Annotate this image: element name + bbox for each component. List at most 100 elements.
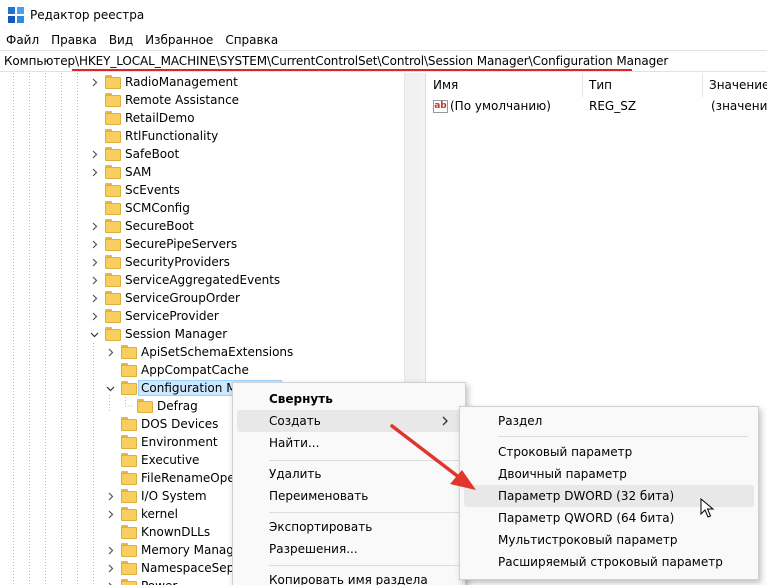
menu-help[interactable]: Справка xyxy=(219,30,284,50)
tree-item-power[interactable]: Power xyxy=(105,577,177,585)
context-copy-key-name[interactable]: Копировать имя раздела xyxy=(237,569,463,585)
chevron-right-icon[interactable] xyxy=(105,581,115,585)
submenu-separator xyxy=(498,436,748,437)
tree-item-label: I/O System xyxy=(141,489,207,503)
tree-item-label: RadioManagement xyxy=(125,75,238,89)
context-delete[interactable]: Удалить xyxy=(237,463,463,485)
tree-item-label: ServiceAggregatedEvents xyxy=(125,273,281,287)
tree-item-serviceaggregatedevents[interactable]: ServiceAggregatedEvents xyxy=(89,271,280,289)
folder-icon xyxy=(105,291,121,305)
menu-favorites[interactable]: Избранное xyxy=(139,30,219,50)
column-header-name[interactable]: Имя xyxy=(427,73,583,97)
folder-icon xyxy=(121,579,137,585)
tree-item-radiomanagement[interactable]: RadioManagement xyxy=(89,73,238,91)
chevron-right-icon[interactable] xyxy=(89,149,99,159)
string-value-icon: ab xyxy=(433,99,448,113)
context-separator xyxy=(269,512,459,513)
tree-item-executive[interactable]: Executive xyxy=(105,451,199,469)
chevron-right-icon[interactable] xyxy=(105,509,115,519)
tree-item-appcompatcache[interactable]: AppCompatCache xyxy=(105,361,249,379)
column-header-type[interactable]: Тип xyxy=(583,73,703,97)
context-permissions[interactable]: Разрешения... xyxy=(237,538,463,560)
tree-item-kernel[interactable]: kernel xyxy=(105,505,178,523)
tree-item-label: SecureBoot xyxy=(125,219,194,233)
tree-item-knowndlls[interactable]: KnownDLLs xyxy=(105,523,210,541)
tree-item-session-manager[interactable]: Session Manager xyxy=(89,325,227,343)
tree-expander-spacer xyxy=(89,95,99,105)
chevron-right-icon[interactable] xyxy=(89,257,99,267)
tree-item-scmconfig[interactable]: SCMConfig xyxy=(89,199,190,217)
tree-item-securityproviders[interactable]: SecurityProviders xyxy=(89,253,230,271)
tree-item-label: Defrag xyxy=(157,399,198,413)
chevron-right-icon[interactable] xyxy=(89,311,99,321)
tree-item-serviceprovider[interactable]: ServiceProvider xyxy=(89,307,219,325)
context-create[interactable]: Создать xyxy=(237,410,463,432)
chevron-right-icon[interactable] xyxy=(89,77,99,87)
tree-item-safeboot[interactable]: SafeBoot xyxy=(89,145,179,163)
folder-icon xyxy=(121,489,137,503)
context-find[interactable]: Найти... xyxy=(237,432,463,454)
context-separator xyxy=(269,460,459,461)
submenu-string-value[interactable]: Строковый параметр xyxy=(464,441,754,463)
chevron-right-icon[interactable] xyxy=(105,563,115,573)
chevron-right-icon[interactable] xyxy=(89,293,99,303)
tree-item-label: AppCompatCache xyxy=(141,363,249,377)
chevron-down-icon[interactable] xyxy=(89,329,99,339)
chevron-right-icon[interactable] xyxy=(105,545,115,555)
context-collapse[interactable]: Свернуть xyxy=(237,388,463,410)
chevron-right-icon[interactable] xyxy=(89,239,99,249)
tree-expander-spacer xyxy=(105,437,115,447)
chevron-right-icon[interactable] xyxy=(105,347,115,357)
submenu-key[interactable]: Раздел xyxy=(464,410,754,432)
tree-expander-spacer xyxy=(105,365,115,375)
address-path[interactable]: Компьютер\HKEY_LOCAL_MACHINE\SYSTEM\Curr… xyxy=(4,54,668,68)
tree-item-label: Session Manager xyxy=(125,327,228,341)
chevron-right-icon[interactable] xyxy=(89,221,99,231)
address-bar[interactable]: Компьютер\HKEY_LOCAL_MACHINE\SYSTEM\Curr… xyxy=(0,50,767,72)
tree-item-securepipeservers[interactable]: SecurePipeServers xyxy=(89,235,237,253)
menu-file[interactable]: Файл xyxy=(0,30,45,50)
folder-icon xyxy=(121,435,137,449)
context-rename[interactable]: Переименовать xyxy=(237,485,463,507)
tree-item-servicegrouporder[interactable]: ServiceGroupOrder xyxy=(89,289,240,307)
tree-item-label: ApiSetSchemaExtensions xyxy=(141,345,294,359)
chevron-down-icon[interactable] xyxy=(105,383,115,393)
create-submenu: Раздел Строковый параметр Двоичный парам… xyxy=(459,406,759,580)
submenu-dword-value[interactable]: Параметр DWORD (32 бита) xyxy=(464,485,754,507)
tree-item-label: ScEvents xyxy=(125,183,180,197)
context-menu: Свернуть Создать Найти... Удалить Переим… xyxy=(232,382,466,585)
tree-item-retaildemo[interactable]: RetailDemo xyxy=(89,109,195,127)
tree-item-sam[interactable]: SAM xyxy=(89,163,151,181)
tree-item-scevents[interactable]: ScEvents xyxy=(89,181,180,199)
menu-view[interactable]: Вид xyxy=(103,30,139,50)
menu-edit[interactable]: Правка xyxy=(45,30,103,50)
tree-item-environment[interactable]: Environment xyxy=(105,433,218,451)
folder-icon xyxy=(121,561,137,575)
submenu-expandable-string-value[interactable]: Расширяемый строковый параметр xyxy=(464,551,754,573)
column-header-value[interactable]: Значение xyxy=(703,73,767,97)
tree-item-label: ServiceGroupOrder xyxy=(125,291,240,305)
tree-item-label: SAM xyxy=(125,165,152,179)
value-row-data: (значение xyxy=(711,97,767,115)
tree-item-apisetschemaextensions[interactable]: ApiSetSchemaExtensions xyxy=(105,343,293,361)
folder-icon xyxy=(105,165,121,179)
window-title: Редактор реестра xyxy=(30,8,145,22)
tree-item-secureboot[interactable]: SecureBoot xyxy=(89,217,194,235)
chevron-right-icon[interactable] xyxy=(89,275,99,285)
submenu-binary-value[interactable]: Двоичный параметр xyxy=(464,463,754,485)
context-export[interactable]: Экспортировать xyxy=(237,516,463,538)
submenu-qword-value[interactable]: Параметр QWORD (64 бита) xyxy=(464,507,754,529)
chevron-right-icon[interactable] xyxy=(89,167,99,177)
tree-item-remote-assistance[interactable]: Remote Assistance xyxy=(89,91,239,109)
tree-expander-spacer xyxy=(105,419,115,429)
submenu-multistring-value[interactable]: Мультистроковый параметр xyxy=(464,529,754,551)
value-row-name[interactable]: ab (По умолчанию) xyxy=(433,97,583,115)
tree-item-label: Executive xyxy=(141,453,200,467)
tree-expander-spacer xyxy=(89,131,99,141)
tree-item-i-o-system[interactable]: I/O System xyxy=(105,487,207,505)
tree-item-defrag[interactable]: Defrag xyxy=(121,397,198,415)
tree-item-rtlfunctionality[interactable]: RtlFunctionality xyxy=(89,127,218,145)
chevron-right-icon[interactable] xyxy=(105,491,115,501)
folder-icon xyxy=(121,345,137,359)
tree-item-dos-devices[interactable]: DOS Devices xyxy=(105,415,218,433)
